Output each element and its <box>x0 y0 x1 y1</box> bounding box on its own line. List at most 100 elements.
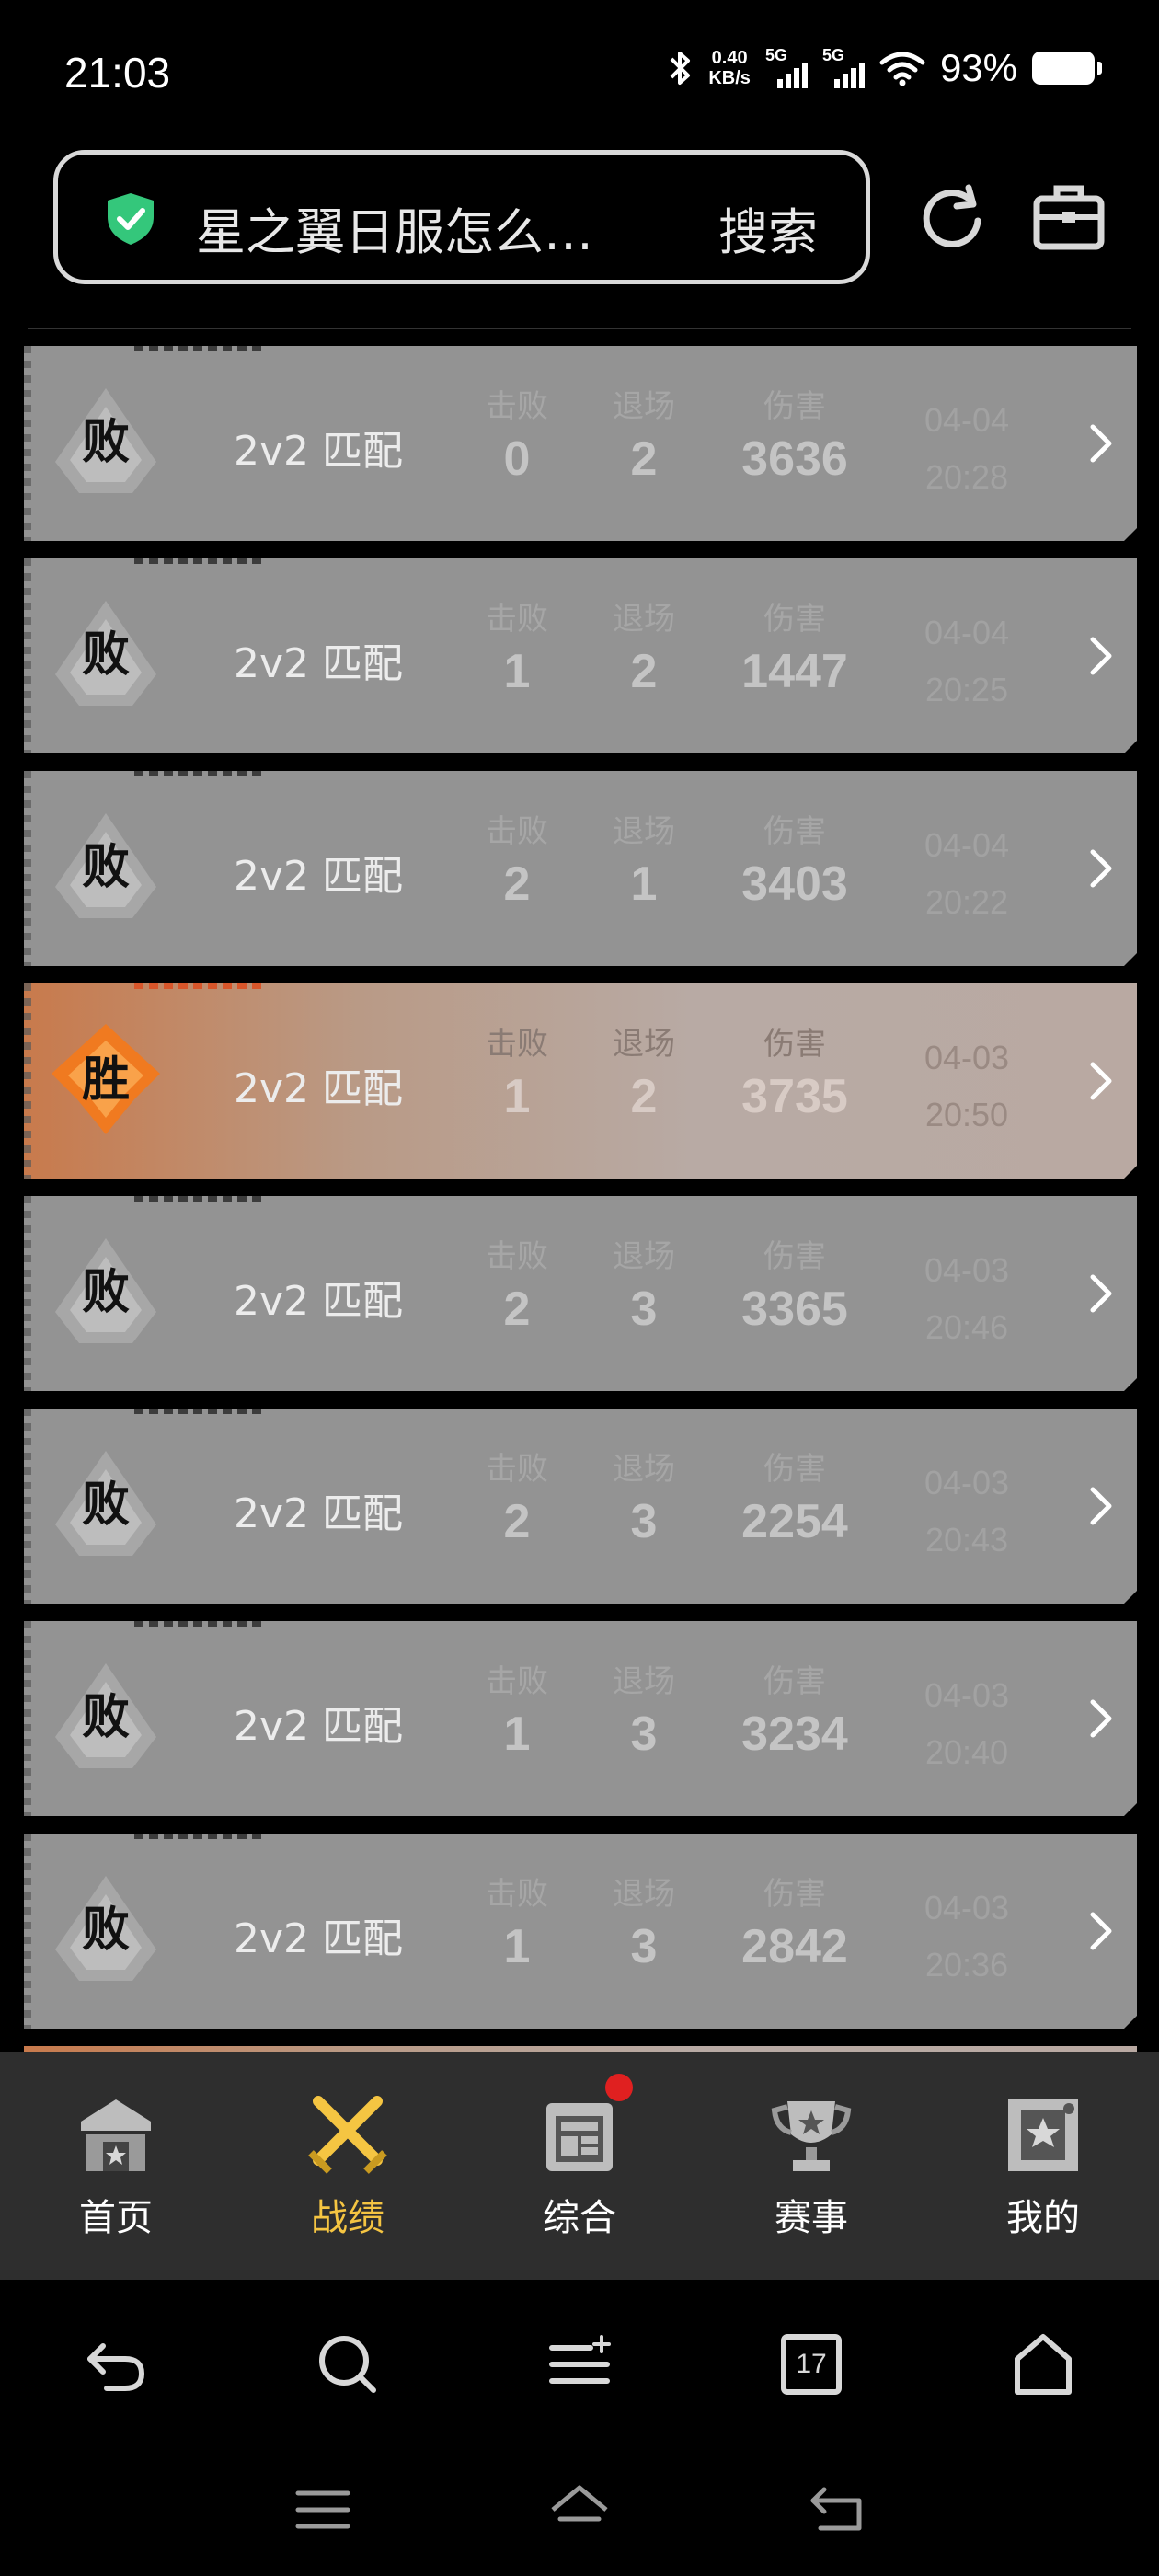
row-accent <box>134 558 263 564</box>
crossed-swords-icon <box>308 2096 387 2174</box>
match-record-row[interactable]: 胜 2v2 匹配 击败 1 退场 2 伤害 3735 04-03 20:50 <box>24 983 1137 1179</box>
mode-label: 2v2 匹配 <box>234 640 404 687</box>
kills-value: 1 <box>503 1070 531 1123</box>
chevron-right-icon[interactable] <box>1087 421 1115 466</box>
tabs-icon[interactable]: 17 <box>775 2328 848 2401</box>
home-icon[interactable] <box>547 2482 612 2537</box>
match-record-row[interactable]: 败 2v2 匹配 击败 2 退场 1 伤害 3403 04-04 20:22 <box>24 771 1137 966</box>
match-time: 04-03 20:46 <box>898 1242 1036 1356</box>
exits-label: 退场 <box>613 1026 675 1063</box>
damage-value: 3365 <box>741 1282 848 1336</box>
row-stripe <box>24 346 31 541</box>
row-accent <box>134 1196 263 1202</box>
match-time: 04-03 20:43 <box>898 1455 1036 1569</box>
result-text: 败 <box>81 627 130 683</box>
chevron-right-icon[interactable] <box>1087 846 1115 891</box>
kills-stat: 击败 1 <box>453 1018 581 1124</box>
match-time: 04-03 20:50 <box>898 1029 1036 1144</box>
exits-label: 退场 <box>613 1451 675 1488</box>
exits-value: 2 <box>630 645 658 698</box>
tab-label: 战绩 <box>311 2197 384 2239</box>
exits-value: 2 <box>630 1070 658 1123</box>
match-date: 04-03 <box>924 1464 1010 1501</box>
chevron-right-icon[interactable] <box>1087 1484 1115 1528</box>
match-record-row[interactable]: 败 2v2 匹配 击败 1 退场 3 伤害 2842 04-03 20:36 <box>24 1834 1137 2029</box>
signal-icon: 5G <box>765 46 808 88</box>
match-clock: 20:22 <box>924 883 1009 921</box>
menu-icon[interactable] <box>543 2328 616 2401</box>
tab-events[interactable]: 赛事 <box>695 2052 927 2280</box>
exits-label: 退场 <box>613 1238 675 1275</box>
kills-stat: 击败 2 <box>453 1231 581 1337</box>
chevron-right-icon[interactable] <box>1087 1696 1115 1741</box>
kills-label: 击败 <box>486 1238 548 1275</box>
profile-card-icon <box>1008 2099 1078 2171</box>
kills-label: 击败 <box>486 1026 548 1063</box>
briefcase-icon[interactable] <box>1032 182 1106 252</box>
search-icon[interactable] <box>311 2328 384 2401</box>
chevron-right-icon[interactable] <box>1087 634 1115 678</box>
match-clock: 20:43 <box>924 1521 1009 1558</box>
loss-badge-icon: 败 <box>46 1445 166 1565</box>
chevron-right-icon[interactable] <box>1087 1059 1115 1103</box>
kills-value: 0 <box>503 432 531 486</box>
search-button[interactable]: 搜索 <box>718 191 818 264</box>
tab-label: 我的 <box>1006 2197 1080 2239</box>
row-accent <box>134 1409 263 1414</box>
loss-badge-icon: 败 <box>46 808 166 927</box>
damage-label: 伤害 <box>763 1663 826 1700</box>
win-badge-icon: 胜 <box>46 1020 166 1140</box>
search-input[interactable]: 星之翼日服怎么… <box>196 191 619 264</box>
tab-home[interactable]: 首页 <box>0 2052 232 2280</box>
row-stripe <box>24 771 31 966</box>
tab-label: 综合 <box>543 2197 616 2239</box>
match-record-row[interactable]: 败 2v2 匹配 击败 0 退场 2 伤害 3636 04-04 20:28 <box>24 346 1137 541</box>
back-icon[interactable] <box>79 2328 153 2401</box>
status-bar: 21:03 0.40 KB/s 5G 5G 93% <box>0 0 1159 156</box>
result-text: 败 <box>81 1265 130 1320</box>
kills-label: 击败 <box>486 813 548 850</box>
damage-value: 1447 <box>741 645 848 698</box>
damage-value: 3234 <box>741 1708 848 1761</box>
match-record-row[interactable]: 败 2v2 匹配 击败 1 退场 3 伤害 3234 04-03 20:40 <box>24 1621 1137 1816</box>
tab-general[interactable]: 综合 <box>464 2052 695 2280</box>
tab-records[interactable]: 战绩 <box>232 2052 464 2280</box>
match-record-list[interactable]: 败 2v2 匹配 击败 0 退场 2 伤害 3636 04-04 20:28 败 2v2… <box>0 346 1159 2052</box>
result-text: 败 <box>81 1903 130 1958</box>
row-stripe <box>24 1621 31 1816</box>
search-bar[interactable]: 星之翼日服怎么… 搜索 <box>53 150 870 284</box>
back-icon[interactable] <box>804 2482 868 2537</box>
match-clock: 20:36 <box>924 1946 1009 1984</box>
recents-icon[interactable] <box>291 2482 355 2537</box>
match-record-row[interactable]: 败 2v2 匹配 击败 1 退场 2 伤害 1447 04-04 20:25 <box>24 558 1137 753</box>
match-date: 04-03 <box>924 1039 1010 1076</box>
chevron-right-icon[interactable] <box>1087 1909 1115 1953</box>
damage-stat: 伤害 3365 <box>694 1231 896 1337</box>
kills-label: 击败 <box>486 388 548 425</box>
exits-value: 1 <box>630 857 658 911</box>
damage-stat: 伤害 3735 <box>694 1018 896 1124</box>
battery-icon <box>1032 52 1102 85</box>
loss-badge-icon: 败 <box>46 383 166 502</box>
home-icon[interactable] <box>1006 2328 1080 2401</box>
match-time: 04-03 20:36 <box>898 1880 1036 1994</box>
damage-stat: 伤害 2842 <box>694 1869 896 1974</box>
net-speed-unit: KB/s <box>708 68 751 88</box>
loss-badge-icon: 败 <box>46 595 166 715</box>
match-record-row[interactable]: 败 2v2 匹配 击败 2 退场 3 伤害 3365 04-03 20:46 <box>24 1196 1137 1391</box>
exits-stat: 退场 3 <box>580 1869 708 1974</box>
match-date: 04-03 <box>924 1676 1010 1714</box>
match-date: 04-04 <box>924 826 1010 864</box>
chevron-right-icon[interactable] <box>1087 1271 1115 1316</box>
refresh-icon[interactable] <box>915 180 989 254</box>
row-stripe <box>24 983 31 1179</box>
net-speed: 0.40 KB/s <box>708 48 751 88</box>
match-record-row[interactable]: 败 2v2 匹配 击败 2 退场 3 伤害 2254 04-03 20:43 <box>24 1409 1137 1604</box>
match-clock: 20:50 <box>924 1096 1009 1133</box>
match-time: 04-04 20:28 <box>898 392 1036 506</box>
tab-mine[interactable]: 我的 <box>927 2052 1159 2280</box>
status-icons: 0.40 KB/s 5G 5G 93% <box>668 46 1102 90</box>
damage-label: 伤害 <box>763 1238 826 1275</box>
damage-label: 伤害 <box>763 1876 826 1913</box>
damage-value: 2842 <box>741 1920 848 1973</box>
